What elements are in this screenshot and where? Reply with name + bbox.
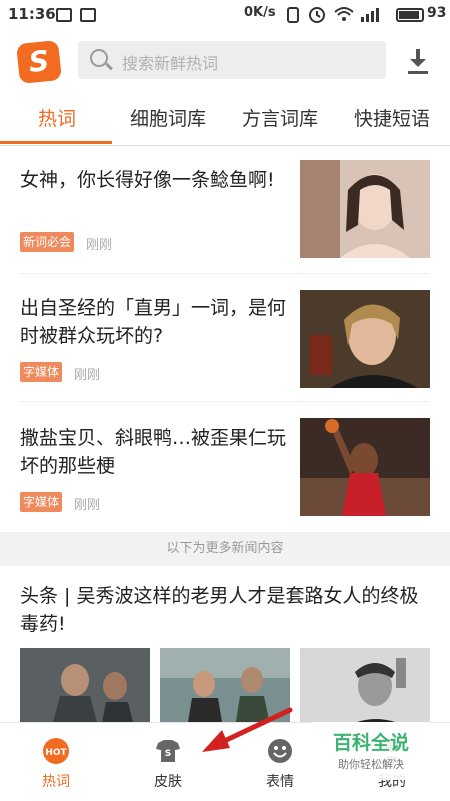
tab-hot-words[interactable]: 热词 (38, 104, 76, 131)
active-tab-indicator (0, 141, 112, 144)
list-item[interactable]: 女神，你长得好像一条鲶鱼啊! 新词必会 刚刚 (0, 146, 450, 274)
sogou-logo: S (16, 39, 62, 85)
watermark-subtitle: 助你轻松解决 (338, 758, 404, 771)
nav-hot-words[interactable]: HOT 热词 (0, 723, 112, 801)
signal-icon (361, 8, 379, 22)
tshirt-icon: S (156, 740, 180, 762)
download-icon[interactable] (404, 46, 432, 76)
article-title: 出自圣经的「直男」一词，是何时被群众玩坏的? (20, 297, 287, 347)
article-time: 刚刚 (74, 368, 101, 383)
vibrate-icon (287, 7, 299, 23)
image-notification-icon (80, 8, 96, 22)
search-icon (90, 49, 108, 67)
notification-icon (56, 8, 72, 22)
status-bar: 11:36 0K/s 93 (0, 0, 450, 30)
article-tag: 新词必会 (20, 232, 75, 252)
battery-icon (396, 8, 424, 22)
article-tag: 字媒体 (20, 492, 63, 512)
watermark: 百科全说 助你轻松解决 (312, 722, 430, 780)
toolbar: S 搜索新鲜热词 (0, 30, 450, 90)
article-title: 撒盐宝贝、斜眼鸭…被歪果仁玩坏的那些梗 (20, 427, 287, 477)
feature-article-title[interactable]: 头条 | 吴秀波这样的老男人才是套路女人的终极毒药! (20, 582, 430, 638)
hot-icon: HOT (43, 738, 69, 764)
tab-cell-lexicon[interactable]: 细胞词库 (130, 104, 206, 131)
nav-label: 皮肤 (154, 774, 182, 790)
list-item[interactable]: 出自圣经的「直男」一词，是何时被群众玩坏的? 字媒体 刚刚 (0, 274, 450, 402)
category-tabs: 热词 细胞词库 方言词库 快捷短语 (0, 92, 450, 146)
network-speed: 0K/s (244, 5, 276, 20)
tab-dialect-lexicon[interactable]: 方言词库 (242, 104, 318, 131)
article-thumbnail (300, 418, 430, 516)
svg-text:HOT: HOT (45, 748, 67, 758)
article-time: 刚刚 (74, 498, 101, 513)
watermark-title: 百科全说 (332, 732, 409, 754)
wifi-icon (334, 7, 354, 21)
article-time: 刚刚 (86, 238, 113, 253)
nav-label: 热词 (42, 774, 70, 790)
battery-percent: 93 (427, 5, 447, 21)
list-item[interactable]: 撒盐宝贝、斜眼鸭…被歪果仁玩坏的那些梗 字媒体 刚刚 (0, 402, 450, 532)
article-thumbnail (300, 160, 430, 258)
annotation-arrow-icon (202, 707, 293, 752)
article-title: 女神，你长得好像一条鲶鱼啊! (20, 169, 275, 191)
tab-quick-phrases[interactable]: 快捷短语 (354, 104, 430, 131)
more-news-divider: 以下为更多新闻内容 (0, 532, 450, 566)
article-tag: 字媒体 (20, 362, 63, 382)
alarm-icon (309, 7, 325, 23)
status-time: 11:36 (8, 5, 56, 23)
search-placeholder: 搜索新鲜热词 (122, 54, 219, 73)
svg-text:S: S (165, 749, 171, 759)
article-thumbnail (300, 290, 430, 388)
search-input[interactable]: 搜索新鲜热词 (78, 41, 386, 79)
